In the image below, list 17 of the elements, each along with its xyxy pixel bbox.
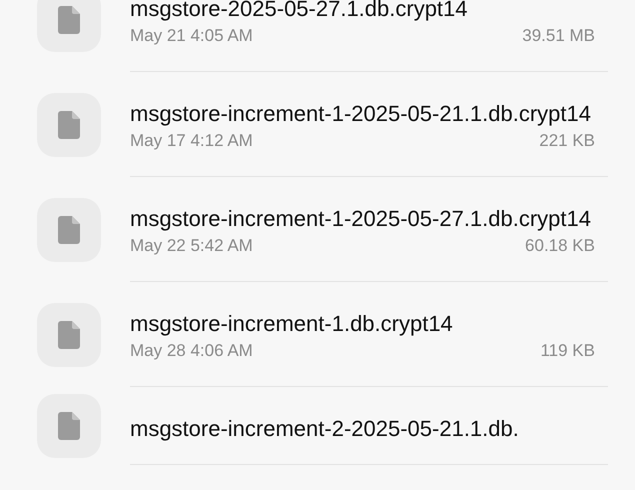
file-date: May 22 5:42 AM [130,235,253,257]
file-size: 119 KB [540,340,595,362]
file-name: msgstore-increment-1.db.crypt14 [130,310,454,337]
file-date: May 28 4:06 AM [130,340,253,362]
file-size: 221 KB [539,130,595,152]
file-name: msgstore-increment-1-2025-05-27.1.db.crypt14 [130,205,592,232]
file-name: msgstore-increment-1-2025-05-21.1.db.crypt14 [130,100,592,127]
file-size: 39.51 MB [522,25,595,47]
file-date: May 21 4:05 AM [130,25,253,47]
file-icon [37,198,101,262]
file-icon [37,92,101,156]
file-date: May 17 4:12 AM [130,130,253,152]
file-icon [37,302,101,366]
file-icon [37,394,101,458]
file-size: 60.18 KB [525,235,595,257]
file-name: msgstore-increment-2-2025-05-21.1.db. [130,415,520,442]
file-name: msgstore-2025-05-27.1.db.crypt14 [130,0,469,22]
